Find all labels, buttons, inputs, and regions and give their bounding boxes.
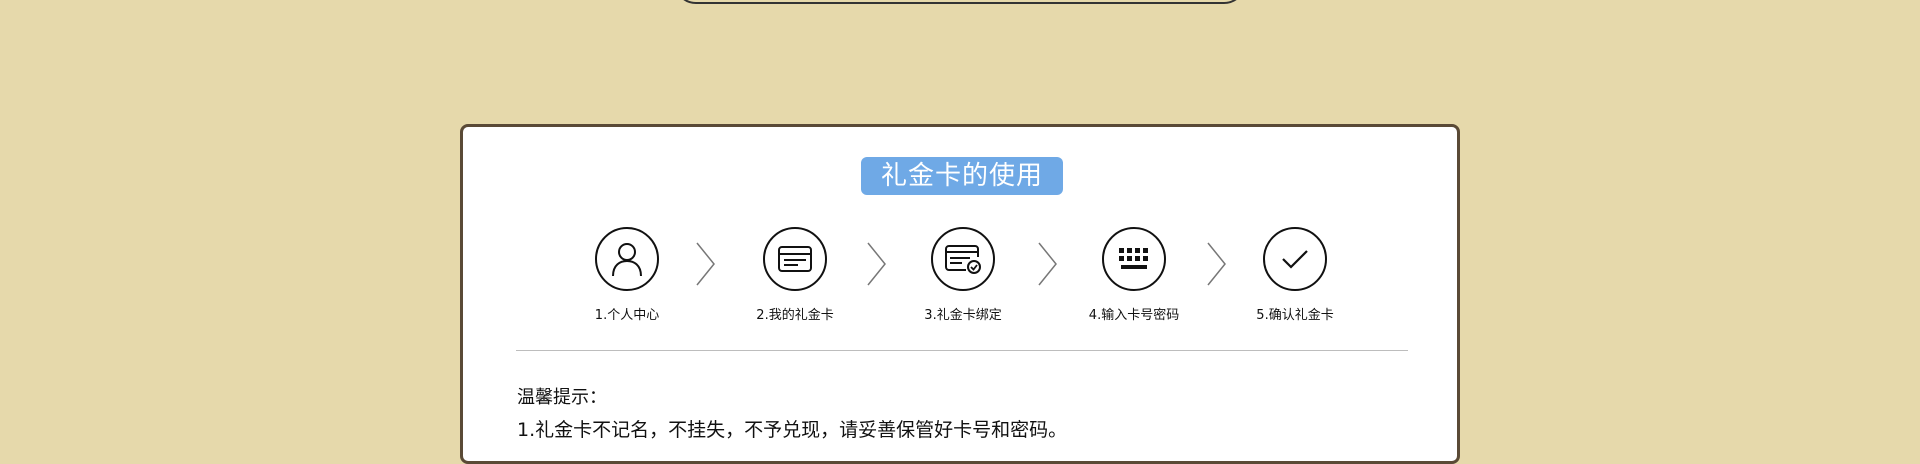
chevron-right-icon — [1038, 242, 1057, 286]
step-label: 4.输入卡号密码 — [1088, 308, 1180, 323]
chevron-right-icon — [696, 242, 715, 286]
step-label: 5.确认礼金卡 — [1256, 308, 1334, 323]
chevron-right-icon — [867, 242, 886, 286]
card-icon — [763, 227, 827, 291]
top-decorative-frame — [674, 0, 1246, 4]
section-title: 礼金卡的使用 — [861, 157, 1063, 195]
step-personal-center: 1.个人中心 — [557, 227, 697, 323]
step-confirm-gift-card: 5.确认礼金卡 — [1225, 227, 1365, 323]
divider — [516, 350, 1408, 351]
user-icon — [595, 227, 659, 291]
tip-line: 1.礼金卡不记名，不挂失，不予兑现，请妥善保管好卡号和密码。 — [517, 419, 1068, 441]
step-label: 2.我的礼金卡 — [756, 308, 834, 323]
tips-title: 温馨提示： — [517, 387, 607, 408]
keyboard-icon — [1102, 227, 1166, 291]
gift-card-usage-panel: 礼金卡的使用 1.个人中心 2.我的礼金卡 3.礼金卡绑定 4.输入卡号密码 5… — [460, 124, 1460, 464]
step-label: 3.礼金卡绑定 — [924, 308, 1002, 323]
check-icon — [1263, 227, 1327, 291]
step-enter-card-password: 4.输入卡号密码 — [1064, 227, 1204, 323]
card-bind-icon — [931, 227, 995, 291]
step-label: 1.个人中心 — [594, 308, 660, 323]
step-bind-gift-card: 3.礼金卡绑定 — [893, 227, 1033, 323]
step-my-gift-card: 2.我的礼金卡 — [725, 227, 865, 323]
